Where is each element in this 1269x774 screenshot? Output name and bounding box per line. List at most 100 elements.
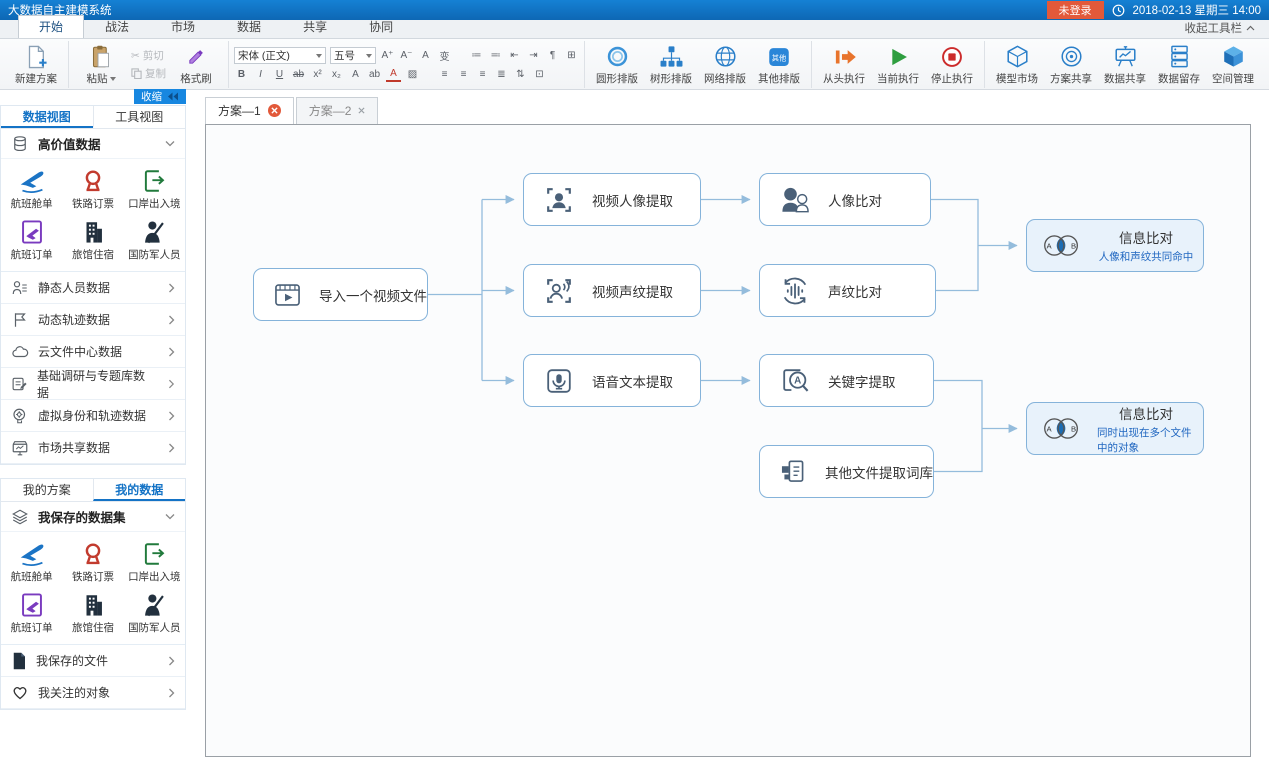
justify-button[interactable]: ≣ xyxy=(494,67,509,82)
paragraph-mark-button[interactable]: ¶ xyxy=(545,48,560,63)
dataset-item-flight-order[interactable]: 航班订单 xyxy=(1,214,62,265)
space-manage-button[interactable]: 空间管理 xyxy=(1206,42,1260,87)
strikethrough-button[interactable]: ab xyxy=(291,67,306,82)
node-speech-text[interactable]: 语音文本提取 xyxy=(523,354,701,407)
category-virtual-identity-data[interactable]: 虚拟身份和轨迹数据 xyxy=(1,400,185,432)
model-market-button[interactable]: 模型市场 xyxy=(990,42,1044,87)
grow-font-button[interactable]: A⁺ xyxy=(380,48,395,63)
close-tab-icon[interactable] xyxy=(358,107,365,114)
tree-layout-button[interactable]: 树形排版 xyxy=(644,42,698,87)
category-research-library-data[interactable]: 基础调研与专题库数据 xyxy=(1,368,185,400)
numbering-button[interactable]: ≕ xyxy=(488,48,503,63)
section-saved-datasets[interactable]: 我保存的数据集 xyxy=(1,502,185,532)
font-size-select[interactable]: 五号 xyxy=(330,47,376,64)
text-effects-button[interactable]: A xyxy=(348,67,363,82)
close-tab-icon[interactable] xyxy=(268,104,281,117)
ribbon-tab-start[interactable]: 开始 xyxy=(18,15,84,38)
tab-data-view[interactable]: 数据视图 xyxy=(1,106,93,128)
highlight-button[interactable]: ab xyxy=(367,67,382,82)
dataset-item-flight-manifest[interactable]: 航班舱单 xyxy=(1,536,62,587)
shading-button[interactable]: ▨ xyxy=(405,67,420,82)
circle-layout-button[interactable]: 圆形排版 xyxy=(590,42,644,87)
node-info-compare-2[interactable]: A B 信息比对 同时出现在多个文件中的对象 xyxy=(1026,402,1204,455)
node-info-compare-1[interactable]: A B 信息比对 人像和声纹共同命中 xyxy=(1026,219,1204,272)
category-dynamic-track-data[interactable]: 动态轨迹数据 xyxy=(1,304,185,336)
data-share-button[interactable]: 数据共享 xyxy=(1098,42,1152,87)
flow-canvas[interactable]: 导入一个视频文件 视频人像提取 人像比对 视频声纹提取 声纹比对 xyxy=(205,124,1251,757)
cut-button[interactable]: ✂ 剪切 xyxy=(131,48,166,63)
node-label: 声纹比对 xyxy=(828,281,882,301)
insert-table-button[interactable]: ⊞ xyxy=(564,48,579,63)
network-layout-button[interactable]: 网络排版 xyxy=(698,42,752,87)
collapse-toolbar-button[interactable]: 收起工具栏 xyxy=(1171,20,1269,38)
plan-share-button[interactable]: 方案共享 xyxy=(1044,42,1098,87)
format-painter-button[interactable]: 格式刷 xyxy=(169,42,223,87)
run-current-button[interactable]: 当前执行 xyxy=(871,42,925,87)
borders-button[interactable]: ⊡ xyxy=(532,67,547,82)
category-market-shared-data[interactable]: 市场共享数据 xyxy=(1,432,185,464)
node-voice-extract[interactable]: 视频声纹提取 xyxy=(523,264,701,317)
other-layout-button[interactable]: 其他 其他排版 xyxy=(752,42,806,87)
paste-button[interactable]: 粘贴 xyxy=(74,42,128,87)
font-family-value: 宋体 (正文) xyxy=(238,48,290,63)
section-high-value-data[interactable]: 高价值数据 xyxy=(1,129,185,159)
node-voiceprint-compare[interactable]: 声纹比对 xyxy=(759,264,936,317)
doc-tab-plan-1[interactable]: 方案—1 xyxy=(205,97,294,124)
ribbon-tab-market[interactable]: 市场 xyxy=(150,15,216,38)
node-face-compare[interactable]: 人像比对 xyxy=(759,173,931,226)
dataset-item-flight-manifest[interactable]: 航班舱单 xyxy=(1,163,62,214)
stop-button[interactable]: 停止执行 xyxy=(925,42,979,87)
login-status-badge[interactable]: 未登录 xyxy=(1047,1,1104,19)
node-keyword-extract[interactable]: A 关键字提取 xyxy=(759,354,934,407)
dataset-label: 口岸出入境 xyxy=(128,569,181,584)
align-right-button[interactable]: ≡ xyxy=(475,67,490,82)
node-face-extract[interactable]: 视频人像提取 xyxy=(523,173,701,226)
dataset-item-military-personnel[interactable]: 国防军人员 xyxy=(124,587,185,638)
font-family-select[interactable]: 宋体 (正文) xyxy=(234,47,326,64)
dataset-item-military-personnel[interactable]: 国防军人员 xyxy=(124,214,185,265)
node-import-video[interactable]: 导入一个视频文件 xyxy=(253,268,428,321)
subscript-button[interactable]: x₂ xyxy=(329,67,344,82)
ribbon-tab-collab[interactable]: 协同 xyxy=(348,15,414,38)
increase-indent-button[interactable]: ⇥ xyxy=(526,48,541,63)
bold-button[interactable]: B xyxy=(234,67,249,82)
line-spacing-button[interactable]: ⇅ xyxy=(513,67,528,82)
ribbon-tab-share[interactable]: 共享 xyxy=(282,15,348,38)
align-center-button[interactable]: ≡ xyxy=(456,67,471,82)
decrease-indent-button[interactable]: ⇤ xyxy=(507,48,522,63)
run-from-start-button[interactable]: 从头执行 xyxy=(817,42,871,87)
keyword-glyph: A xyxy=(794,375,801,386)
ribbon-tab-data[interactable]: 数据 xyxy=(216,15,282,38)
node-label: 语音文本提取 xyxy=(592,371,673,391)
clear-format-button[interactable]: A xyxy=(418,48,433,63)
dataset-item-hotel-stay[interactable]: 旅馆住宿 xyxy=(62,214,123,265)
data-retention-button[interactable]: 数据留存 xyxy=(1152,42,1206,87)
collapse-sidebar-button[interactable]: 收缩 xyxy=(134,89,186,104)
row-my-followed-objects[interactable]: 我关注的对象 xyxy=(1,677,185,709)
underline-button[interactable]: U xyxy=(272,67,287,82)
dataset-item-hotel-stay[interactable]: 旅馆住宿 xyxy=(62,587,123,638)
font-color-button[interactable]: A xyxy=(386,67,401,82)
italic-button[interactable]: I xyxy=(253,67,268,82)
dataset-item-border-entry-exit[interactable]: 口岸出入境 xyxy=(124,536,185,587)
dataset-item-rail-ticket[interactable]: 铁路订票 xyxy=(62,163,123,214)
align-left-button[interactable]: ≡ xyxy=(437,67,452,82)
shrink-font-button[interactable]: A⁻ xyxy=(399,48,414,63)
phonetic-guide-button[interactable]: 变 xyxy=(437,48,452,63)
dataset-item-rail-ticket[interactable]: 铁路订票 xyxy=(62,536,123,587)
category-static-person-data[interactable]: 静态人员数据 xyxy=(1,272,185,304)
bullets-button[interactable]: ≔ xyxy=(469,48,484,63)
tab-tool-view[interactable]: 工具视图 xyxy=(93,106,186,128)
row-my-saved-files[interactable]: 我保存的文件 xyxy=(1,645,185,677)
dataset-item-flight-order[interactable]: 航班订单 xyxy=(1,587,62,638)
dataset-item-border-entry-exit[interactable]: 口岸出入境 xyxy=(124,163,185,214)
doc-tab-plan-2[interactable]: 方案—2 xyxy=(296,97,379,124)
tab-my-plans[interactable]: 我的方案 xyxy=(1,479,93,501)
category-cloud-file-data[interactable]: 云文件中心数据 xyxy=(1,336,185,368)
copy-button[interactable]: 复制 xyxy=(131,66,166,81)
node-other-files[interactable]: 其他文件提取词库 xyxy=(759,445,934,498)
new-plan-button[interactable]: 新建方案 xyxy=(9,42,63,87)
ribbon-tab-tactics[interactable]: 战法 xyxy=(84,15,150,38)
superscript-button[interactable]: x² xyxy=(310,67,325,82)
tab-my-data[interactable]: 我的数据 xyxy=(93,479,186,501)
